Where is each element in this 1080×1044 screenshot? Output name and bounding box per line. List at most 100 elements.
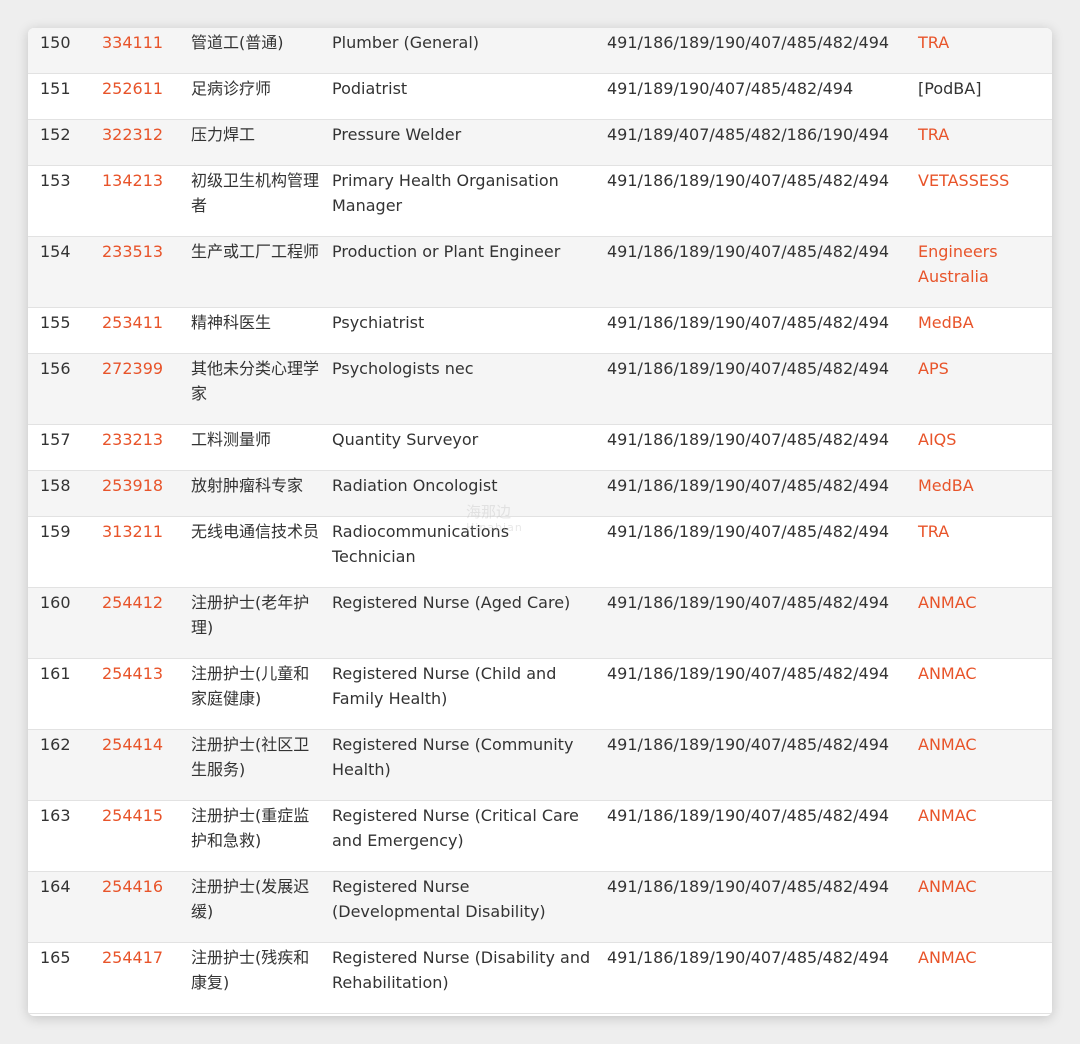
- row-number: 159: [28, 516, 102, 588]
- occupation-chinese: 生产或工厂工程师: [191, 236, 332, 308]
- row-number: 162: [28, 729, 102, 801]
- occupation-chinese: 注册护士(重症监护和急救): [191, 800, 332, 872]
- assessing-authority-link[interactable]: TRA: [918, 28, 1052, 74]
- row-number: 153: [28, 165, 102, 237]
- row-number: 164: [28, 871, 102, 943]
- assessing-authority-link[interactable]: MedBA: [918, 307, 1052, 354]
- table-row: 151 252611 足病诊疗师 Podiatrist 491/189/190/…: [28, 73, 1052, 120]
- occupation-chinese: 注册护士(儿童和家庭健康): [191, 658, 332, 730]
- occupation-chinese: 工料测量师: [191, 424, 332, 471]
- table-row: 157 233213 工料测量师 Quantity Surveyor 491/1…: [28, 424, 1052, 471]
- occupation-table: 150 334111 管道工(普通) Plumber (General) 491…: [28, 28, 1052, 1014]
- table-row: 160 254412 注册护士(老年护理) Registered Nurse (…: [28, 587, 1052, 659]
- row-number: 156: [28, 353, 102, 425]
- assessing-authority-link[interactable]: APS: [918, 353, 1052, 425]
- occupation-english: Psychiatrist: [332, 307, 607, 354]
- occupation-english: Radiocommunications Technician: [332, 516, 607, 588]
- anzsco-code-link[interactable]: 254413: [102, 658, 191, 730]
- anzsco-code-link[interactable]: 254414: [102, 729, 191, 801]
- assessing-authority-link[interactable]: Engineers Australia: [918, 236, 1052, 308]
- visa-subclasses: 491/186/189/190/407/485/482/494: [607, 729, 918, 801]
- visa-subclasses: 491/186/189/190/407/485/482/494: [607, 424, 918, 471]
- anzsco-code-link[interactable]: 233213: [102, 424, 191, 471]
- anzsco-code-link[interactable]: 254416: [102, 871, 191, 943]
- anzsco-code-link[interactable]: 134213: [102, 165, 191, 237]
- visa-subclasses: 491/186/189/190/407/485/482/494: [607, 165, 918, 237]
- occupation-chinese: 注册护士(发展迟缓): [191, 871, 332, 943]
- visa-subclasses: 491/189/190/407/485/482/494: [607, 73, 918, 120]
- occupation-english: Pressure Welder: [332, 119, 607, 166]
- row-number: 154: [28, 236, 102, 308]
- assessing-authority-link[interactable]: ANMAC: [918, 800, 1052, 872]
- assessing-authority-link[interactable]: TRA: [918, 516, 1052, 588]
- anzsco-code-link[interactable]: 272399: [102, 353, 191, 425]
- visa-subclasses: 491/189/407/485/482/186/190/494: [607, 119, 918, 166]
- occupation-english: Production or Plant Engineer: [332, 236, 607, 308]
- occupation-table-card: 150 334111 管道工(普通) Plumber (General) 491…: [28, 28, 1052, 1016]
- occupation-chinese: 无线电通信技术员: [191, 516, 332, 588]
- table-row: 155 253411 精神科医生 Psychiatrist 491/186/18…: [28, 307, 1052, 354]
- anzsco-code-link[interactable]: 334111: [102, 28, 191, 74]
- occupation-chinese: 管道工(普通): [191, 28, 332, 74]
- occupation-english: Registered Nurse (Critical Care and Emer…: [332, 800, 607, 872]
- row-number: 150: [28, 28, 102, 74]
- row-number: 163: [28, 800, 102, 872]
- assessing-authority-link[interactable]: MedBA: [918, 470, 1052, 517]
- anzsco-code-link[interactable]: 253411: [102, 307, 191, 354]
- anzsco-code-link[interactable]: 313211: [102, 516, 191, 588]
- visa-subclasses: 491/186/189/190/407/485/482/494: [607, 800, 918, 872]
- anzsco-code-link[interactable]: 252611: [102, 73, 191, 120]
- table-row: 153 134213 初级卫生机构管理者 Primary Health Orga…: [28, 165, 1052, 237]
- table-row: 165 254417 注册护士(残疾和康复) Registered Nurse …: [28, 942, 1052, 1014]
- anzsco-code-link[interactable]: 254415: [102, 800, 191, 872]
- occupation-english: Registered Nurse (Disability and Rehabil…: [332, 942, 607, 1014]
- row-number: 152: [28, 119, 102, 166]
- visa-subclasses: 491/186/189/190/407/485/482/494: [607, 587, 918, 659]
- occupation-english: Podiatrist: [332, 73, 607, 120]
- occupation-chinese: 足病诊疗师: [191, 73, 332, 120]
- occupation-english: Psychologists nec: [332, 353, 607, 425]
- assessing-authority-link[interactable]: ANMAC: [918, 942, 1052, 1014]
- row-number: 158: [28, 470, 102, 517]
- occupation-english: Quantity Surveyor: [332, 424, 607, 471]
- anzsco-code-link[interactable]: 254412: [102, 587, 191, 659]
- assessing-authority-link[interactable]: VETASSESS: [918, 165, 1052, 237]
- visa-subclasses: 491/186/189/190/407/485/482/494: [607, 871, 918, 943]
- occupation-english: Plumber (General): [332, 28, 607, 74]
- assessing-authority-link[interactable]: ANMAC: [918, 658, 1052, 730]
- row-number: 161: [28, 658, 102, 730]
- anzsco-code-link[interactable]: 254417: [102, 942, 191, 1014]
- row-number: 157: [28, 424, 102, 471]
- row-number: 165: [28, 942, 102, 1014]
- occupation-english: Registered Nurse (Child and Family Healt…: [332, 658, 607, 730]
- occupation-chinese: 注册护士(残疾和康复): [191, 942, 332, 1014]
- anzsco-code-link[interactable]: 233513: [102, 236, 191, 308]
- table-row: 154 233513 生产或工厂工程师 Production or Plant …: [28, 236, 1052, 308]
- assessing-authority-link[interactable]: ANMAC: [918, 587, 1052, 659]
- visa-subclasses: 491/186/189/190/407/485/482/494: [607, 307, 918, 354]
- table-row: 150 334111 管道工(普通) Plumber (General) 491…: [28, 28, 1052, 74]
- occupation-english: Radiation Oncologist: [332, 470, 607, 517]
- visa-subclasses: 491/186/189/190/407/485/482/494: [607, 353, 918, 425]
- assessing-authority-link[interactable]: ANMAC: [918, 871, 1052, 943]
- occupation-chinese: 注册护士(老年护理): [191, 587, 332, 659]
- assessing-authority-link[interactable]: TRA: [918, 119, 1052, 166]
- anzsco-code-link[interactable]: 253918: [102, 470, 191, 517]
- visa-subclasses: 491/186/189/190/407/485/482/494: [607, 942, 918, 1014]
- table-row: 158 253918 放射肿瘤科专家 Radiation Oncologist …: [28, 470, 1052, 517]
- table-row: 152 322312 压力焊工 Pressure Welder 491/189/…: [28, 119, 1052, 166]
- row-number: 160: [28, 587, 102, 659]
- occupation-english: Registered Nurse (Developmental Disabili…: [332, 871, 607, 943]
- anzsco-code-link[interactable]: 322312: [102, 119, 191, 166]
- visa-subclasses: 491/186/189/190/407/485/482/494: [607, 28, 918, 74]
- table-row: 161 254413 注册护士(儿童和家庭健康) Registered Nurs…: [28, 658, 1052, 730]
- visa-subclasses: 491/186/189/190/407/485/482/494: [607, 236, 918, 308]
- assessing-authority-link[interactable]: ANMAC: [918, 729, 1052, 801]
- assessing-authority-link[interactable]: AIQS: [918, 424, 1052, 471]
- occupation-chinese: 精神科医生: [191, 307, 332, 354]
- occupation-chinese: 放射肿瘤科专家: [191, 470, 332, 517]
- table-row: 162 254414 注册护士(社区卫生服务) Registered Nurse…: [28, 729, 1052, 801]
- row-number: 151: [28, 73, 102, 120]
- table-row: 159 313211 无线电通信技术员 Radiocommunications …: [28, 516, 1052, 588]
- occupation-english: Registered Nurse (Aged Care): [332, 587, 607, 659]
